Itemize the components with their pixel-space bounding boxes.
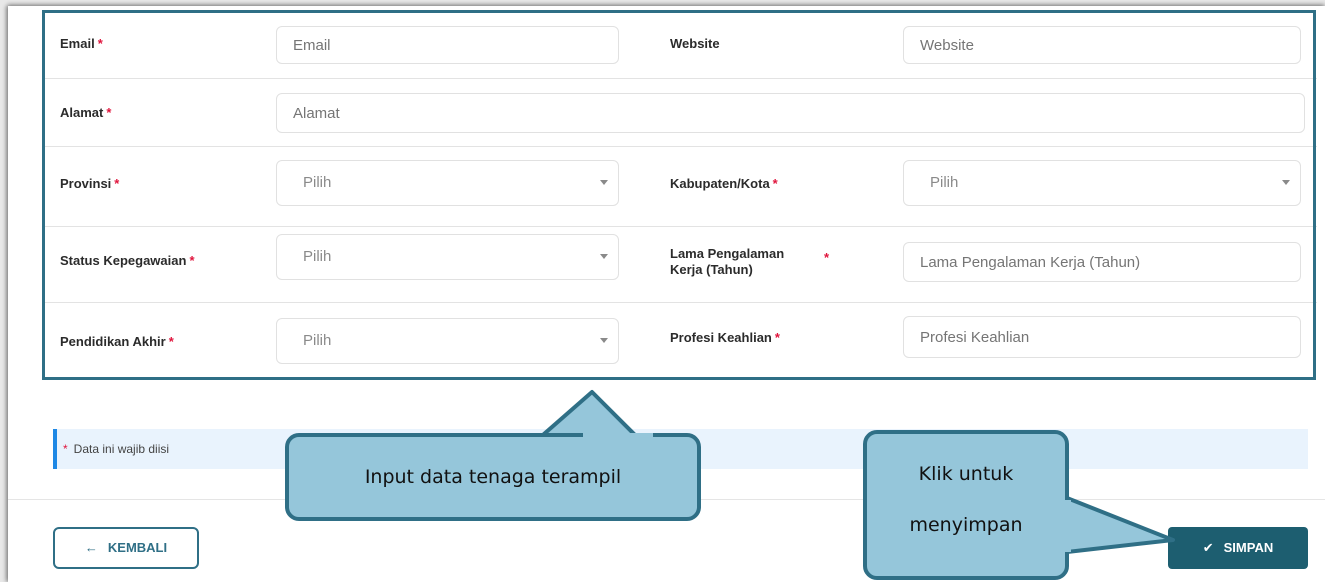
back-button[interactable]: ← KEMBALI [53, 527, 199, 569]
callout-save: Klik untuk menyimpan [863, 430, 1069, 580]
form-highlight-box [42, 10, 1316, 380]
callout-input-data: Input data tenaga terampil [285, 433, 701, 521]
callout-pointer-mask [583, 433, 653, 442]
check-icon: ✔ [1202, 540, 1214, 555]
page: Email* Website Alamat* Provinsi* Pilih K… [8, 6, 1325, 582]
arrow-left-icon: ← [84, 540, 98, 555]
callout-pointer-mask [1061, 500, 1071, 552]
save-button[interactable]: ✔ SIMPAN [1168, 527, 1308, 569]
callout-pointer [1065, 496, 1175, 554]
